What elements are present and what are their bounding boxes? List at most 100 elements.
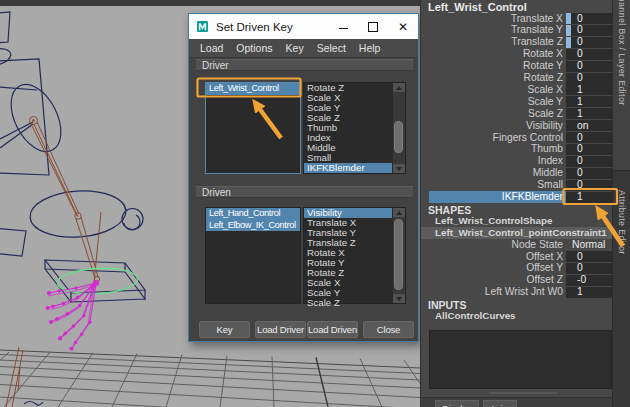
channel-value-cell[interactable] <box>566 37 612 48</box>
channel-value[interactable]: 0 <box>577 179 583 191</box>
channel-label[interactable]: Scale X <box>528 84 564 96</box>
load-driver-button[interactable]: Load Driver <box>255 321 306 338</box>
channel-label[interactable]: Scale Z <box>528 108 563 120</box>
dialog-titlebar[interactable]: Set Driven Key ✕ <box>189 14 418 39</box>
driven-object-item[interactable]: Left_Elbow_IK_Control <box>206 220 300 232</box>
shape-node-row[interactable]: Left_Wrist_Control_pointConstraint1 <box>421 227 612 239</box>
driver-attribute-item[interactable]: Small <box>304 153 405 163</box>
channel-label[interactable]: Translate X <box>511 13 563 25</box>
close-button[interactable]: Close <box>363 321 414 338</box>
channel-label[interactable]: Rotate X <box>523 48 563 60</box>
driven-object-list[interactable]: Left_Hand_ControlLeft_Elbow_IK_Control <box>205 207 301 304</box>
input-node-row[interactable]: AllControlCurves <box>421 310 612 322</box>
channel-label[interactable]: Rotate Z <box>524 72 564 84</box>
channel-value-cell[interactable] <box>566 108 612 119</box>
channel-value-cell[interactable] <box>566 156 612 167</box>
channel-value[interactable]: 0 <box>577 167 583 179</box>
driver-attribute-item[interactable]: Index <box>304 133 405 143</box>
channel-value-cell[interactable] <box>566 287 612 298</box>
channel-value-cell[interactable] <box>566 61 612 72</box>
channel-label[interactable]: Visibility <box>526 120 563 132</box>
bottom-tab-anim[interactable]: Anim <box>483 400 517 407</box>
channel-value[interactable]: 1 <box>577 84 583 96</box>
side-tab-attribute-editor[interactable]: Attribute Editor <box>613 190 630 285</box>
driver-attribute-item[interactable]: Thumb <box>304 123 405 133</box>
channel-value[interactable]: 0 <box>577 143 583 155</box>
driven-attr-scrollbar[interactable] <box>392 208 405 303</box>
maximize-button[interactable] <box>358 14 388 39</box>
driver-attribute-list[interactable]: Rotate ZScale XScale YScale ZThumbIndexM… <box>303 82 406 174</box>
channel-value[interactable]: 1 <box>577 96 583 108</box>
channel-value[interactable]: 0 <box>577 262 583 274</box>
menu-item-select[interactable]: Select <box>317 42 346 54</box>
minimize-button[interactable] <box>328 14 358 39</box>
channel-value[interactable]: 0 <box>577 60 583 72</box>
channel-label[interactable]: Index <box>538 155 563 167</box>
channel-value[interactable]: Normal <box>572 239 605 251</box>
channel-value[interactable]: 0 <box>577 155 583 167</box>
channel-label[interactable]: Thumb <box>531 143 563 155</box>
scroll-thumb[interactable] <box>394 121 403 153</box>
channel-value-cell[interactable] <box>566 84 612 95</box>
channel-value-cell[interactable] <box>566 49 612 60</box>
channel-label[interactable]: Translate Y <box>511 24 563 36</box>
driver-attribute-item[interactable]: Middle <box>304 143 405 153</box>
driver-object-list[interactable]: Left_Wrist_Control <box>205 82 301 174</box>
driven-attribute-item[interactable]: Rotate Y <box>304 258 405 268</box>
channel-value-cell[interactable] <box>566 13 612 24</box>
driven-attribute-item[interactable]: Translate Y <box>304 228 405 238</box>
side-tab-channel-box-layer-editor[interactable]: Channel Box / Layer Editor <box>613 0 630 171</box>
channel-value[interactable]: 1 <box>577 286 583 298</box>
driven-attribute-item[interactable]: Scale Z <box>304 298 405 308</box>
channel-label[interactable]: Translate Z <box>511 36 563 48</box>
channel-value-cell[interactable] <box>566 180 612 191</box>
scroll-up-button[interactable] <box>393 83 405 92</box>
close-button[interactable]: ✕ <box>388 14 418 39</box>
driven-attribute-item[interactable]: Scale Y <box>304 288 405 298</box>
driven-attribute-item[interactable]: Translate X <box>304 218 405 228</box>
channel-value[interactable]: 0 <box>577 72 583 84</box>
channel-label[interactable]: Offset Z <box>527 274 563 286</box>
driver-object-item[interactable]: Left_Wrist_Control <box>206 83 300 95</box>
channel-value[interactable]: 0 <box>577 48 583 60</box>
driven-attribute-list[interactable]: VisibilityTranslate XTranslate YTranslat… <box>303 207 406 304</box>
bottom-tab-display[interactable]: Display <box>435 400 479 407</box>
scroll-up-button[interactable] <box>393 208 405 217</box>
channel-value-cell[interactable] <box>566 132 612 143</box>
key-button[interactable]: Key <box>199 321 250 338</box>
channel-value-cell[interactable] <box>566 96 612 107</box>
driven-attribute-item[interactable]: Visibility <box>304 208 405 218</box>
channel-label[interactable]: Offset X <box>526 251 563 263</box>
driver-attr-scrollbar[interactable] <box>392 83 405 173</box>
driven-attribute-item[interactable]: Rotate X <box>304 248 405 258</box>
channel-value-cell[interactable] <box>566 25 612 36</box>
channel-value[interactable]: 0 <box>577 251 583 263</box>
channel-label[interactable]: Left Wrist Jnt W0 <box>485 286 563 298</box>
shape-node-row[interactable]: Left_Wrist_ControlShape <box>421 215 612 227</box>
channel-value[interactable]: 1 <box>577 191 583 203</box>
driven-attribute-item[interactable]: Scale X <box>304 278 405 288</box>
channel-label[interactable]: Small <box>537 179 563 191</box>
channel-value-cell[interactable] <box>566 192 612 203</box>
channel-label[interactable]: Scale Y <box>528 96 563 108</box>
driver-attribute-item[interactable]: IKFKBlemder <box>304 163 405 173</box>
scroll-down-button[interactable] <box>393 164 405 173</box>
driver-attribute-item[interactable]: Rotate Z <box>304 83 405 93</box>
channel-value[interactable]: on <box>577 120 588 132</box>
scroll-thumb[interactable] <box>394 219 403 290</box>
channel-value-cell[interactable] <box>566 263 612 274</box>
channel-value[interactable]: -0 <box>577 274 586 286</box>
channel-value-cell[interactable] <box>566 275 612 286</box>
channel-value[interactable]: 0 <box>577 132 583 144</box>
channel-value-cell[interactable] <box>566 251 612 262</box>
driven-object-item[interactable]: Left_Hand_Control <box>206 208 300 220</box>
channel-value-cell[interactable] <box>566 120 612 131</box>
driven-attribute-item[interactable]: Rotate Z <box>304 268 405 278</box>
menu-item-help[interactable]: Help <box>359 42 381 54</box>
menu-item-key[interactable]: Key <box>286 42 304 54</box>
channel-value[interactable]: 0 <box>577 24 583 36</box>
channel-label[interactable]: Fingers Control <box>493 132 563 144</box>
driven-attribute-item[interactable]: Translate Z <box>304 238 405 248</box>
channel-label[interactable]: Offset Y <box>526 262 563 274</box>
channel-label[interactable]: Rotate Y <box>523 60 563 72</box>
